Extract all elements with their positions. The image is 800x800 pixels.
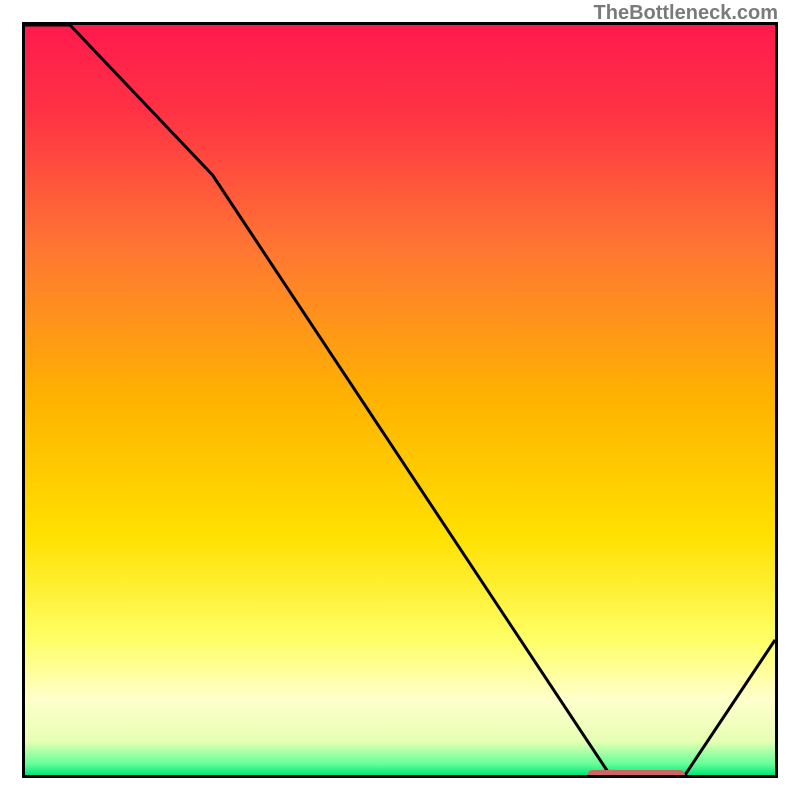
chart-container: TheBottleneck.com xyxy=(0,0,800,800)
gradient-background xyxy=(25,25,775,775)
plot-area xyxy=(22,22,778,778)
